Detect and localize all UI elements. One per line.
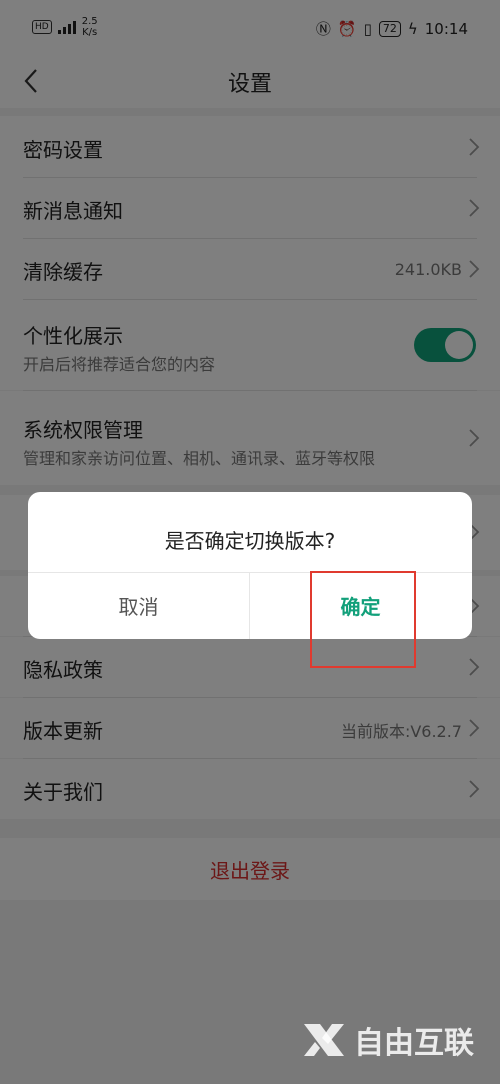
watermark-text: 自由互联 — [354, 1026, 474, 1061]
cancel-button[interactable]: 取消 — [28, 572, 249, 639]
dialog-message: 是否确定切换版本? — [164, 529, 336, 553]
highlight-box — [310, 571, 416, 668]
watermark-logo-icon — [304, 1024, 344, 1056]
watermark: 自由互联 — [300, 1018, 474, 1062]
